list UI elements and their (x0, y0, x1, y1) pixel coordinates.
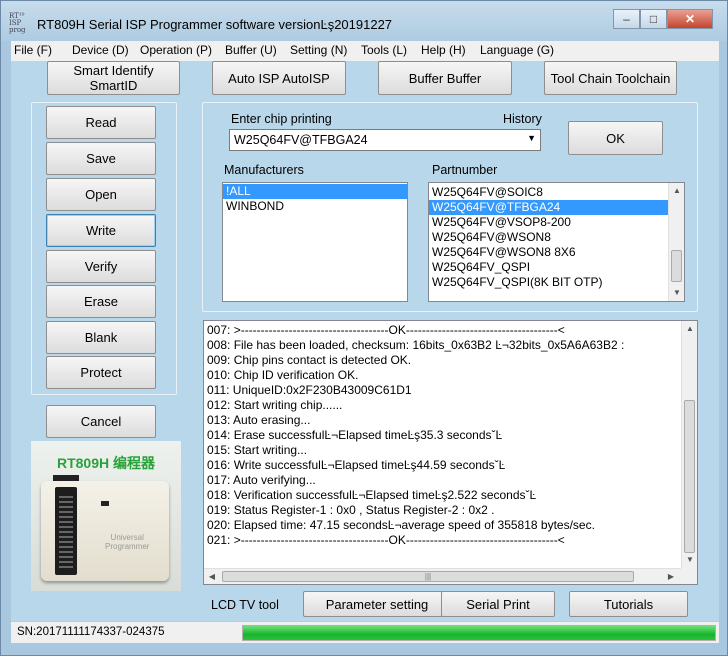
log-hscrollbar[interactable]: ◀ ||| ▶ (204, 568, 681, 584)
manufacturer-item[interactable]: !ALL (223, 184, 407, 199)
read-button[interactable]: Read (46, 106, 156, 139)
log-line: 008: File has been loaded, checksum: 16b… (207, 338, 625, 352)
cancel-button[interactable]: Cancel (46, 405, 156, 438)
partnumber-items: W25Q64FV@SOIC8 W25Q64FV@TFBGA24 W25Q64FV@V… (429, 183, 684, 290)
log-line: 012: Start writing chip...... (207, 398, 343, 412)
log-line: 017: Auto verifying... (207, 473, 316, 487)
manufacturers-items: !ALL WINBOND (223, 183, 407, 214)
log-line: 011: UniqueID:0x2F230B43009C61D1 (207, 383, 412, 397)
log-line: 018: Verification successfulĿ¬Elapsed ti… (207, 488, 537, 502)
title-bar[interactable]: RT¹⁹ ISP prog RT809H Serial ISP Programm… (1, 1, 727, 41)
history-label: History (503, 112, 542, 126)
partnumber-item[interactable]: W25Q64FV@SOIC8 (429, 185, 668, 200)
device-led (101, 501, 109, 506)
open-button[interactable]: Open (46, 178, 156, 211)
serial-print-button[interactable]: Serial Print (441, 591, 555, 617)
manufacturers-label: Manufacturers (224, 163, 304, 177)
photo-title: RT809H 编程器 (56, 455, 156, 471)
log-line: 020: Elapsed time: 47.15 secondsĿ¬averag… (207, 518, 595, 532)
serial-number: SN:20171111174337-024375 (17, 626, 165, 638)
app-window: RT¹⁹ ISP prog RT809H Serial ISP Programm… (0, 0, 728, 656)
progress-fill (243, 626, 715, 640)
progress-bar (242, 625, 716, 641)
device-label: Universal Programmer (105, 533, 150, 551)
scroll-right-icon[interactable]: ▶ (663, 569, 679, 584)
log-line: 010: Chip ID verification OK. (207, 368, 359, 382)
log-line: 007: >----------------------------------… (207, 323, 565, 337)
toolchain-button[interactable]: Tool Chain Toolchain (544, 61, 677, 95)
close-icon: ✕ (684, 12, 696, 26)
socket-lever (53, 475, 79, 481)
log-line: 021: >----------------------------------… (207, 533, 565, 547)
log-vscrollbar[interactable]: ▲ ▼ (681, 321, 697, 568)
write-button[interactable]: Write (46, 214, 156, 247)
menu-operation[interactable]: Operation (P) (140, 43, 212, 57)
log-line: 009: Chip pins contact is detected OK. (207, 353, 412, 367)
menu-file[interactable]: File (F) (14, 43, 52, 57)
log-line: 014: Erase successfulĿ¬Elapsed timeĿş35.… (207, 428, 503, 442)
log-hscroll-thumb[interactable]: ||| (222, 571, 634, 582)
maximize-button[interactable]: □ (640, 9, 667, 29)
chevron-down-icon[interactable]: ▼ (527, 133, 536, 143)
log-vscroll-thumb[interactable] (684, 400, 695, 553)
verify-button[interactable]: Verify (46, 250, 156, 283)
status-bar: SN:20171111174337-024375 (11, 621, 719, 643)
menu-help[interactable]: Help (H) (421, 43, 466, 57)
partnumber-scroll-thumb[interactable] (671, 250, 682, 282)
minimize-button[interactable]: – (613, 9, 640, 29)
chip-input-label: Enter chip printing (231, 112, 332, 126)
menu-setting[interactable]: Setting (N) (290, 43, 347, 57)
scroll-corner (681, 568, 697, 584)
partnumber-list[interactable]: W25Q64FV@SOIC8 W25Q64FV@TFBGA24 W25Q64FV@V… (428, 182, 685, 302)
menu-device[interactable]: Device (D) (72, 43, 129, 57)
partnumber-item[interactable]: W25Q64FV@VSOP8-200 (429, 215, 668, 230)
log-line: 015: Start writing... (207, 443, 308, 457)
menu-tools[interactable]: Tools (L) (361, 43, 407, 57)
window-title: RT809H Serial ISP Programmer software ve… (37, 17, 393, 32)
log-line: 016: Write successfulĿ¬Elapsed timeĿş44.… (207, 458, 506, 472)
scroll-up-icon[interactable]: ▲ (682, 321, 697, 337)
log-output[interactable]: 007: >----------------------------------… (203, 320, 698, 585)
programmer-device-image: Universal Programmer (41, 475, 169, 581)
partnumber-item[interactable]: W25Q64FV@TFBGA24 (429, 200, 668, 215)
maximize-icon: □ (649, 12, 658, 26)
smart-identify-button[interactable]: Smart Identify SmartID (47, 61, 180, 95)
partnumber-item[interactable]: W25Q64FV_QSPI(8K BIT OTP) (429, 275, 668, 290)
menu-bar: File (F) Device (D) Operation (P) Buffer… (11, 41, 719, 61)
manufacturers-list[interactable]: !ALL WINBOND (222, 182, 408, 302)
protect-button[interactable]: Protect (46, 356, 156, 389)
minimize-icon: – (623, 12, 630, 26)
partnumber-label: Partnumber (432, 163, 498, 177)
programmer-photo: RT809H 编程器 Universal Programmer (31, 441, 181, 591)
save-button[interactable]: Save (46, 142, 156, 175)
auto-isp-button[interactable]: Auto ISP AutoISP (212, 61, 346, 95)
ok-button[interactable]: OK (568, 121, 663, 155)
partnumber-item[interactable]: W25Q64FV_QSPI (429, 260, 668, 275)
chip-combobox[interactable]: W25Q64FV@TFBGA24 ▼ (229, 129, 541, 151)
chip-input-value: W25Q64FV@TFBGA24 (234, 133, 368, 147)
close-button[interactable]: ✕ (667, 9, 713, 29)
blank-button[interactable]: Blank (46, 321, 156, 354)
tutorials-button[interactable]: Tutorials (569, 591, 688, 617)
log-line: 013: Auto erasing... (207, 413, 311, 427)
buffer-button[interactable]: Buffer Buffer (378, 61, 512, 95)
log-line: 019: Status Register-1 : 0x0 , Status Re… (207, 503, 495, 517)
manufacturer-item[interactable]: WINBOND (223, 199, 407, 214)
scroll-down-icon[interactable]: ▼ (669, 285, 684, 301)
menu-buffer[interactable]: Buffer (U) (225, 43, 277, 57)
scroll-up-icon[interactable]: ▲ (669, 183, 684, 199)
app-logo-icon: RT¹⁹ ISP prog (9, 12, 26, 34)
scroll-left-icon[interactable]: ◀ (204, 569, 220, 584)
log-lines: 007: >----------------------------------… (204, 321, 697, 548)
menu-language[interactable]: Language (G) (480, 43, 554, 57)
main-panel: Smart Identify SmartID Auto ISP AutoISP … (11, 61, 719, 643)
partnumber-scrollbar[interactable]: ▲ ▼ (668, 183, 684, 301)
lcd-tv-tool-label[interactable]: LCD TV tool (211, 598, 279, 612)
scroll-down-icon[interactable]: ▼ (682, 552, 697, 568)
partnumber-item[interactable]: W25Q64FV@WSON8 8X6 (429, 245, 668, 260)
partnumber-item[interactable]: W25Q64FV@WSON8 (429, 230, 668, 245)
parameter-setting-button[interactable]: Parameter setting (303, 591, 451, 617)
erase-button[interactable]: Erase (46, 285, 156, 318)
zif-socket (55, 487, 77, 575)
